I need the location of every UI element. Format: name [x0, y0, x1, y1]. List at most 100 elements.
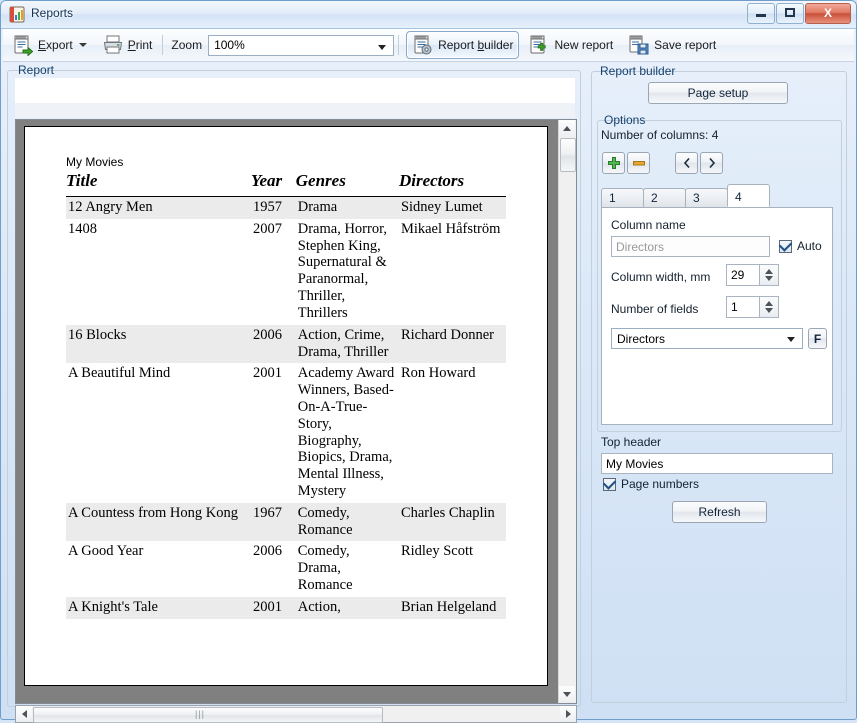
zoom-combo[interactable]: 100%: [208, 34, 395, 56]
directors-cell: Brian Helgeland: [398, 596, 506, 619]
page-numbers-checkbox[interactable]: [602, 476, 617, 491]
toolbar-separator-2: [398, 35, 400, 55]
print-button[interactable]: Print: [96, 31, 159, 59]
table-row: 1408 2007 Drama, Horror, Stephen King, Sup…: [66, 219, 506, 325]
chevron-down-icon[interactable]: [378, 44, 387, 50]
column-tab-page: Column name Directors Auto Column width,…: [601, 207, 833, 425]
report-page: My Movies Title Year Genres Directors 12…: [24, 126, 548, 686]
page-setup-button[interactable]: Page setup: [648, 82, 788, 104]
spin-down-icon[interactable]: [765, 276, 773, 281]
options-group-label: Options: [604, 113, 646, 127]
year-cell: 2006: [252, 543, 282, 560]
page-numbers-checkbox-row[interactable]: Page numbers: [602, 476, 700, 491]
close-button[interactable]: X: [805, 3, 851, 24]
title-cell: A Good Year: [68, 543, 144, 560]
chevron-down-icon[interactable]: [787, 336, 795, 342]
column-tab-1[interactable]: 1: [601, 188, 644, 207]
title-cell: A Knight's Tale: [66, 596, 251, 619]
number-of-fields-spin-buttons[interactable]: [760, 296, 779, 318]
chevron-down-icon[interactable]: [78, 43, 87, 47]
next-column-button[interactable]: [700, 152, 723, 174]
spin-up-icon[interactable]: [765, 301, 773, 306]
main-toolbar: Export Print Zoom 100% Report builder Ne…: [3, 29, 854, 62]
page-content: My Movies Title Year Genres Directors 12…: [66, 155, 533, 619]
year-cell: 1957: [250, 196, 296, 219]
scroll-down-button[interactable]: [559, 686, 575, 703]
maximize-icon: [785, 8, 795, 17]
auto-checkbox[interactable]: [778, 238, 793, 253]
refresh-button[interactable]: Refresh: [672, 501, 767, 523]
check-icon: [778, 238, 793, 252]
table-header-row: Title Year Genres Directors: [66, 171, 506, 197]
column-width-stepper[interactable]: 29: [726, 264, 779, 286]
directors-cell: Sidney Lumet: [398, 196, 506, 219]
genres-cell: Drama, Horror, Stephen King, Supernatura…: [297, 220, 387, 321]
column-name-input[interactable]: Directors: [611, 236, 770, 257]
title-cell: 1408: [68, 220, 97, 237]
zoom-value: 100%: [214, 38, 245, 52]
genres-cell: Action,: [295, 596, 399, 619]
directors-cell: Mikael Håfström: [400, 220, 501, 237]
remove-column-button[interactable]: [627, 152, 650, 174]
year-cell: 2006: [250, 324, 296, 364]
year-cell: 2001: [250, 596, 296, 619]
zoom-label: Zoom: [171, 38, 203, 52]
table-row: A Beautiful Mind 2001 Academy Award Winner…: [66, 363, 506, 503]
report-app-icon: [9, 6, 26, 23]
table-row: A Knight's Tale 2001 Action, Brian Helgelan…: [66, 596, 506, 619]
report-builder-label: Report builder: [438, 38, 514, 52]
spin-down-icon[interactable]: [765, 308, 773, 313]
report-strip: [15, 103, 575, 118]
top-header-label: Top header: [601, 435, 662, 449]
column-tab-2[interactable]: 2: [643, 188, 686, 207]
column-width-input[interactable]: 29: [726, 264, 760, 286]
report-builder-button[interactable]: Report builder: [406, 31, 520, 59]
minimize-button[interactable]: [747, 3, 775, 24]
horizontal-scroll-thumb[interactable]: |||: [33, 707, 383, 723]
number-of-fields-input[interactable]: 1: [726, 296, 760, 318]
maximize-button[interactable]: [776, 3, 804, 24]
title-cell: 12 Angry Men: [66, 196, 251, 219]
minimize-icon: [756, 14, 766, 17]
add-column-button[interactable]: [602, 152, 625, 174]
minus-icon: [632, 161, 645, 166]
report-builder-group-label: Report builder: [600, 64, 676, 78]
genres-cell: Drama: [295, 196, 399, 219]
column-width-spin-buttons[interactable]: [760, 264, 779, 286]
column-width-label: Column width, mm: [611, 270, 711, 284]
field-font-button[interactable]: F: [808, 328, 827, 349]
triangle-up-icon: [563, 126, 571, 131]
new-report-label: New report: [554, 38, 614, 52]
previous-column-button[interactable]: [675, 152, 698, 174]
triangle-down-icon: [563, 692, 571, 697]
table-row: A Countess from Hong Kong 1967 Comedy, Rom…: [66, 502, 506, 542]
column-tab-4[interactable]: 4: [727, 184, 770, 207]
save-report-button[interactable]: Save report: [622, 31, 722, 59]
new-report-button[interactable]: New report: [522, 31, 619, 59]
field-combo[interactable]: Directors: [611, 328, 803, 349]
table-row: 16 Blocks 2006 Action, Crime, Drama, Thril…: [66, 324, 506, 364]
triangle-right-icon: [565, 710, 571, 718]
plus-icon: [607, 157, 620, 169]
scroll-up-button[interactable]: [559, 120, 575, 137]
auto-checkbox-row[interactable]: Auto: [778, 238, 822, 253]
top-header-input[interactable]: My Movies: [601, 453, 833, 474]
column-header-title: Title: [66, 171, 98, 190]
spin-up-icon[interactable]: [765, 269, 773, 274]
column-header-directors: Directors: [398, 171, 465, 190]
print-label: Print: [127, 38, 153, 52]
export-icon: [12, 34, 34, 57]
save-report-label: Save report: [654, 38, 717, 52]
year-cell: 1967: [250, 502, 296, 542]
page-numbers-label: Page numbers: [621, 477, 700, 491]
preview-horizontal-scrollbar[interactable]: |||: [15, 705, 577, 723]
document-top-header: My Movies: [66, 155, 124, 169]
preview-vertical-scrollbar[interactable]: [558, 120, 576, 703]
number-of-fields-stepper[interactable]: 1: [726, 296, 779, 318]
vertical-scroll-thumb[interactable]: [560, 138, 576, 172]
column-tab-3[interactable]: 3: [685, 188, 728, 207]
number-of-fields-label: Number of fields: [611, 302, 699, 316]
triangle-left-icon: [21, 710, 27, 718]
report-group-label: Report: [18, 63, 55, 77]
export-button[interactable]: Export: [6, 31, 93, 59]
